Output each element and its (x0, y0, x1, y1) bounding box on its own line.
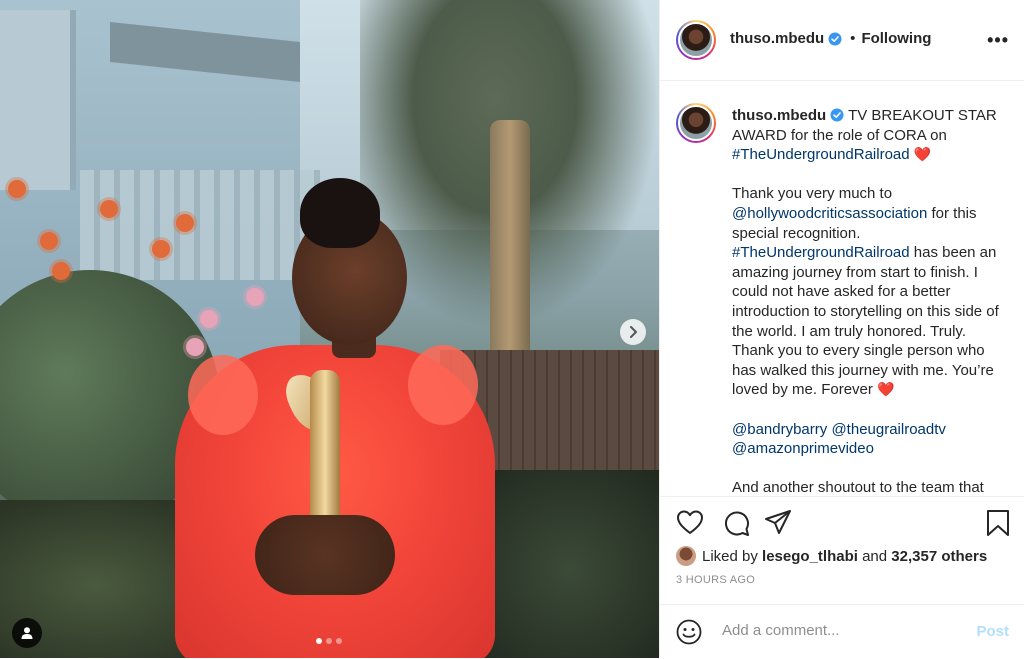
share-icon[interactable] (764, 509, 792, 535)
likes-count-link[interactable]: 32,357 others (891, 548, 987, 565)
emoji-icon[interactable] (676, 619, 702, 645)
mention-link[interactable]: @amazonprimevideo (732, 440, 874, 457)
mention-link[interactable]: @theugrailroadtv (831, 421, 945, 438)
photo-window (0, 10, 76, 190)
verified-badge-icon (830, 108, 844, 122)
comment-icon[interactable] (722, 509, 750, 537)
heart-emoji: ❤️ (877, 381, 895, 398)
heart-emoji: ❤️ (913, 146, 932, 163)
verified-badge-icon (828, 32, 842, 45)
caption-text: thuso.mbedu TV BREAKOUT STAR AWARD for t… (732, 106, 1010, 495)
likes-summary: Liked by lesego_tlhabi and 32,357 others (676, 545, 1009, 567)
post-side-panel: thuso.mbedu • Following ••• thuso.mbedu … (659, 0, 1024, 658)
more-options-button[interactable]: ••• (987, 30, 1009, 51)
carousel-next-button[interactable] (620, 319, 646, 345)
likes-prefix: Liked by (702, 547, 758, 565)
comment-input[interactable] (720, 621, 964, 640)
photo-bush-right (470, 470, 659, 658)
following-button[interactable]: Following (861, 30, 931, 47)
photo-sleeve-right (408, 345, 478, 425)
caption-cut-text: And another shoutout to the team that (732, 479, 984, 495)
hashtag-link[interactable]: #TheUndergroundRailroad (732, 244, 910, 261)
carousel-dot (316, 638, 322, 644)
post-comment-button[interactable]: Post (976, 623, 1009, 640)
photo-flower (100, 200, 118, 218)
likes-and: and (862, 547, 888, 565)
chevron-right-icon (630, 326, 637, 338)
post-actions-bar (660, 496, 1024, 547)
photo-flower (52, 262, 70, 280)
caption-avatar[interactable] (676, 103, 716, 143)
carousel-indicator (316, 638, 342, 644)
post-photo[interactable] (0, 0, 659, 658)
caption-thanks-intro: Thank you very much to (732, 185, 893, 203)
bookmark-icon[interactable] (986, 509, 1010, 537)
photo-sleeve-left (188, 355, 258, 435)
author-username[interactable]: thuso.mbedu (730, 30, 824, 47)
comment-bar: Post (660, 604, 1024, 659)
carousel-dot (336, 638, 342, 644)
photo-flower (152, 240, 170, 258)
photo-flower (186, 338, 204, 356)
carousel-dot (326, 638, 332, 644)
photo-flower (176, 214, 194, 232)
photo-flower (8, 180, 26, 198)
photo-flower (200, 310, 218, 328)
caption-body: has been an amazing journey from start t… (732, 244, 999, 399)
liker-avatar[interactable] (676, 546, 696, 566)
author-avatar[interactable] (676, 20, 716, 60)
user-tag-button[interactable] (12, 618, 42, 648)
header-separator: • (850, 30, 856, 47)
photo-hair-bun (300, 178, 380, 248)
caption-scroll-area[interactable]: thuso.mbedu TV BREAKOUT STAR AWARD for t… (660, 81, 1024, 495)
photo-palm-trunk (490, 120, 530, 380)
liker-username[interactable]: lesego_tlhabi (762, 548, 858, 565)
heart-icon[interactable] (676, 509, 704, 535)
hashtag-link[interactable]: #TheUndergroundRailroad (732, 146, 910, 163)
user-tag-icon (21, 627, 33, 639)
photo-hands (255, 515, 395, 595)
photo-flower (246, 288, 264, 306)
post-timestamp[interactable]: 3 HOURS AGO (676, 574, 755, 586)
mention-link[interactable]: @hollywoodcriticsassociation (732, 205, 927, 222)
photo-railing (80, 170, 320, 280)
caption-username[interactable]: thuso.mbedu (732, 107, 826, 124)
post-header: thuso.mbedu • Following ••• (660, 0, 1024, 81)
mention-link[interactable]: @bandrybarry (732, 421, 827, 438)
photo-flower (40, 232, 58, 250)
